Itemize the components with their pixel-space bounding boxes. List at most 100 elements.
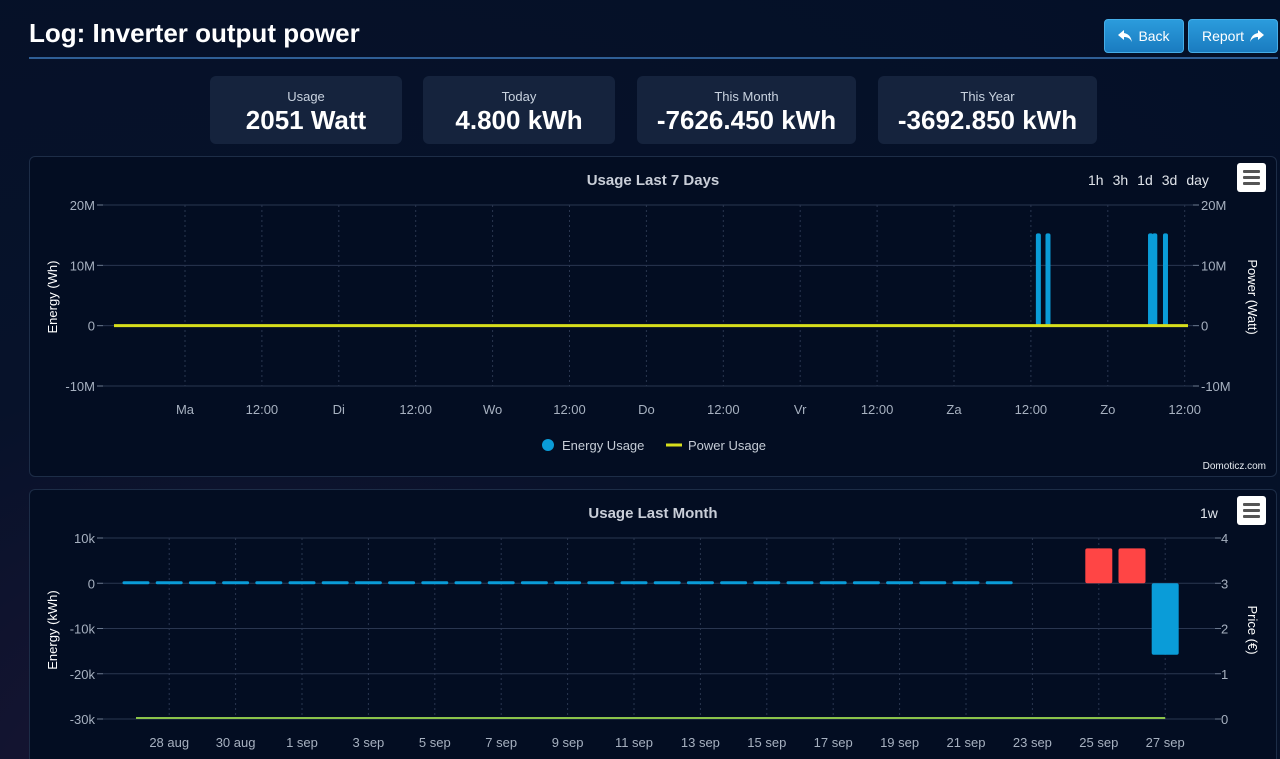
x-tick-label: Za [946, 402, 962, 417]
y2-tick-label: 10M [1201, 258, 1226, 273]
month-chart-plot: 10k 4 0 3 -10k 2 -20k 1 -30k 0 28 aug 30 aug 1 sep 3 … [45, 531, 1260, 750]
y-tick-label: -20k [70, 667, 96, 682]
energy-bar [554, 581, 582, 585]
x-tick-label: Wo [483, 402, 502, 417]
energy-bar [487, 581, 515, 585]
x-tick-label: 9 sep [552, 735, 584, 750]
y2-tick-label: 1 [1221, 667, 1228, 682]
energy-bar [952, 581, 980, 585]
y2-tick-label: -10M [1201, 379, 1231, 394]
x-tick-label: 1 sep [286, 735, 318, 750]
x-tick-label: 12:00 [707, 402, 740, 417]
energy-bar [1118, 548, 1146, 584]
week-chart-plot: 20M 20M 10M 10M 0 0 -10M -10M Ma 12:00 Di 12:00 Wo 12… [45, 198, 1260, 453]
energy-bar [1148, 233, 1154, 326]
energy-bar [1045, 233, 1051, 326]
back-label: Back [1138, 28, 1170, 44]
energy-bar [1162, 233, 1168, 326]
x-tick-label: 11 sep [615, 735, 653, 750]
week-chart-panel: Usage Last 7 Days 1h 3h 1d 3d day 20M 20M… [29, 156, 1277, 477]
back-button[interactable]: Back [1104, 19, 1184, 53]
energy-bar [686, 581, 714, 585]
legend-energy-label: Energy Usage [562, 438, 644, 453]
y2-axis-title: Price (€) [1245, 605, 1260, 654]
share-icon [1250, 30, 1265, 42]
y2-axis-title: Power (Watt) [1245, 259, 1260, 334]
y-tick-label: -30k [70, 712, 96, 727]
page-title: Log: Inverter output power [29, 18, 360, 48]
y-tick-label: 10k [74, 531, 95, 546]
energy-bar [155, 581, 183, 585]
y-tick-label: 20M [70, 198, 95, 213]
x-tick-label: Vr [794, 402, 807, 417]
chart-credit[interactable]: Domoticz.com [1203, 461, 1266, 472]
energy-bar [985, 581, 1013, 585]
energy-bar [188, 581, 216, 585]
x-tick-label: 15 sep [747, 735, 786, 750]
report-label: Report [1201, 28, 1245, 44]
stat-today-value: 4.800 kWh [455, 105, 583, 135]
x-tick-label: 5 sep [419, 735, 451, 750]
x-tick-label: 28 aug [149, 735, 189, 750]
energy-bar [1085, 548, 1113, 584]
stat-month-label: This Month [714, 89, 779, 104]
energy-bar [1035, 233, 1041, 326]
energy-bar [1151, 583, 1179, 655]
y-tick-label: 0 [88, 319, 95, 334]
energy-bar [354, 581, 382, 585]
report-button[interactable]: Report [1188, 19, 1278, 53]
y-tick-label: -10M [65, 379, 95, 394]
energy-bar [786, 581, 814, 585]
energy-bar [886, 581, 914, 585]
x-tick-label: 12:00 [1015, 402, 1048, 417]
x-tick-label: Do [638, 402, 655, 417]
y-tick-label: 0 [88, 576, 95, 591]
stat-month-value: -7626.450 kWh [656, 105, 837, 135]
x-tick-label: 7 sep [485, 735, 517, 750]
energy-bar [388, 581, 416, 585]
y2-tick-label: 4 [1221, 531, 1228, 546]
stat-usage-label: Usage [287, 89, 325, 104]
stat-today: Today 4.800 kWh [423, 76, 615, 144]
energy-bar [620, 581, 648, 585]
x-tick-label: 12:00 [399, 402, 432, 417]
y-axis-title: Energy (Wh) [45, 261, 60, 334]
energy-bar [1152, 233, 1158, 326]
x-tick-label: 23 sep [1013, 735, 1052, 750]
x-tick-label: 12:00 [553, 402, 586, 417]
stat-usage: Usage 2051 Watt [210, 76, 402, 144]
x-tick-label: 30 aug [216, 735, 256, 750]
energy-bar [222, 581, 250, 585]
x-tick-label: Ma [176, 402, 195, 417]
x-tick-label: 12:00 [861, 402, 894, 417]
x-tick-label: 3 sep [352, 735, 384, 750]
energy-bar [587, 581, 615, 585]
y2-tick-label: 0 [1201, 319, 1208, 334]
energy-bar [288, 581, 316, 585]
legend-power-label: Power Usage [688, 438, 766, 453]
stat-usage-value: 2051 Watt [245, 105, 367, 135]
stat-year-value: -3692.850 kWh [897, 105, 1078, 135]
stat-year-label: This Year [960, 89, 1015, 104]
energy-bar [321, 581, 349, 585]
x-tick-label: 12:00 [1168, 402, 1201, 417]
x-tick-label: 25 sep [1079, 735, 1118, 750]
y-tick-label: -10k [70, 622, 96, 637]
y2-tick-label: 20M [1201, 198, 1226, 213]
energy-bar [852, 581, 880, 585]
energy-bar [454, 581, 482, 585]
x-tick-label: Zo [1100, 402, 1115, 417]
energy-bar [520, 581, 548, 585]
month-chart-panel: Usage Last Month 1w 10k 4 0 3 -10k 2 -20k 1 -30k… [29, 489, 1277, 759]
energy-bar [653, 581, 681, 585]
x-tick-label: 13 sep [681, 735, 720, 750]
energy-bar [919, 581, 947, 585]
x-tick-label: 17 sep [814, 735, 853, 750]
x-tick-label: 12:00 [246, 402, 279, 417]
energy-bar [720, 581, 748, 585]
energy-bar [122, 581, 150, 585]
energy-bar [819, 581, 847, 585]
y-tick-label: 10M [70, 258, 95, 273]
y2-tick-label: 2 [1221, 622, 1228, 637]
page-header: Log: Inverter output power Back Report [29, 12, 1278, 59]
